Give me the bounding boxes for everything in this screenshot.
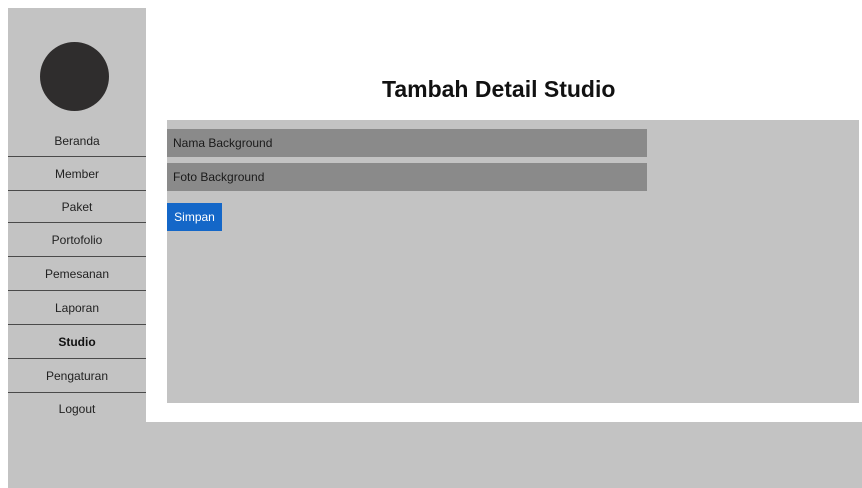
sidebar-item-label: Beranda [54, 133, 100, 148]
sidebar-item-pemesanan[interactable]: Pemesanan [8, 257, 146, 291]
sidebar-item-pengaturan[interactable]: Pengaturan [8, 359, 146, 393]
page-title: Tambah Detail Studio [382, 76, 616, 102]
sidebar-item-portofolio[interactable]: Portofolio [8, 223, 146, 257]
sidebar-item-laporan[interactable]: Laporan [8, 291, 146, 325]
sidebar-item-beranda[interactable]: Beranda [8, 125, 146, 157]
page: Beranda Member Paket Portofolio Pemesana… [0, 0, 862, 488]
sidebar-item-label: Studio [58, 334, 96, 349]
sidebar-item-member[interactable]: Member [8, 157, 146, 191]
sidebar-nav: Beranda Member Paket Portofolio Pemesana… [8, 125, 146, 425]
footer [8, 422, 862, 488]
foto-background-input[interactable] [167, 163, 647, 191]
sidebar-item-label: Pemesanan [44, 266, 110, 281]
form-panel: Simpan [167, 120, 859, 403]
sidebar-item-label: Laporan [54, 300, 100, 315]
sidebar-item-label: Logout [58, 401, 96, 416]
sidebar-item-label: Member [54, 166, 99, 181]
sidebar-item-label: Paket [61, 199, 93, 214]
avatar [40, 42, 109, 111]
sidebar-item-label: Pengaturan [45, 368, 109, 383]
nama-background-input[interactable] [167, 129, 647, 157]
save-button[interactable]: Simpan [167, 203, 222, 231]
sidebar-item-studio[interactable]: Studio [8, 325, 146, 359]
sidebar-item-label: Portofolio [51, 232, 103, 247]
sidebar-item-paket[interactable]: Paket [8, 191, 146, 223]
sidebar: Beranda Member Paket Portofolio Pemesana… [8, 8, 146, 425]
sidebar-item-logout[interactable]: Logout [8, 393, 146, 425]
